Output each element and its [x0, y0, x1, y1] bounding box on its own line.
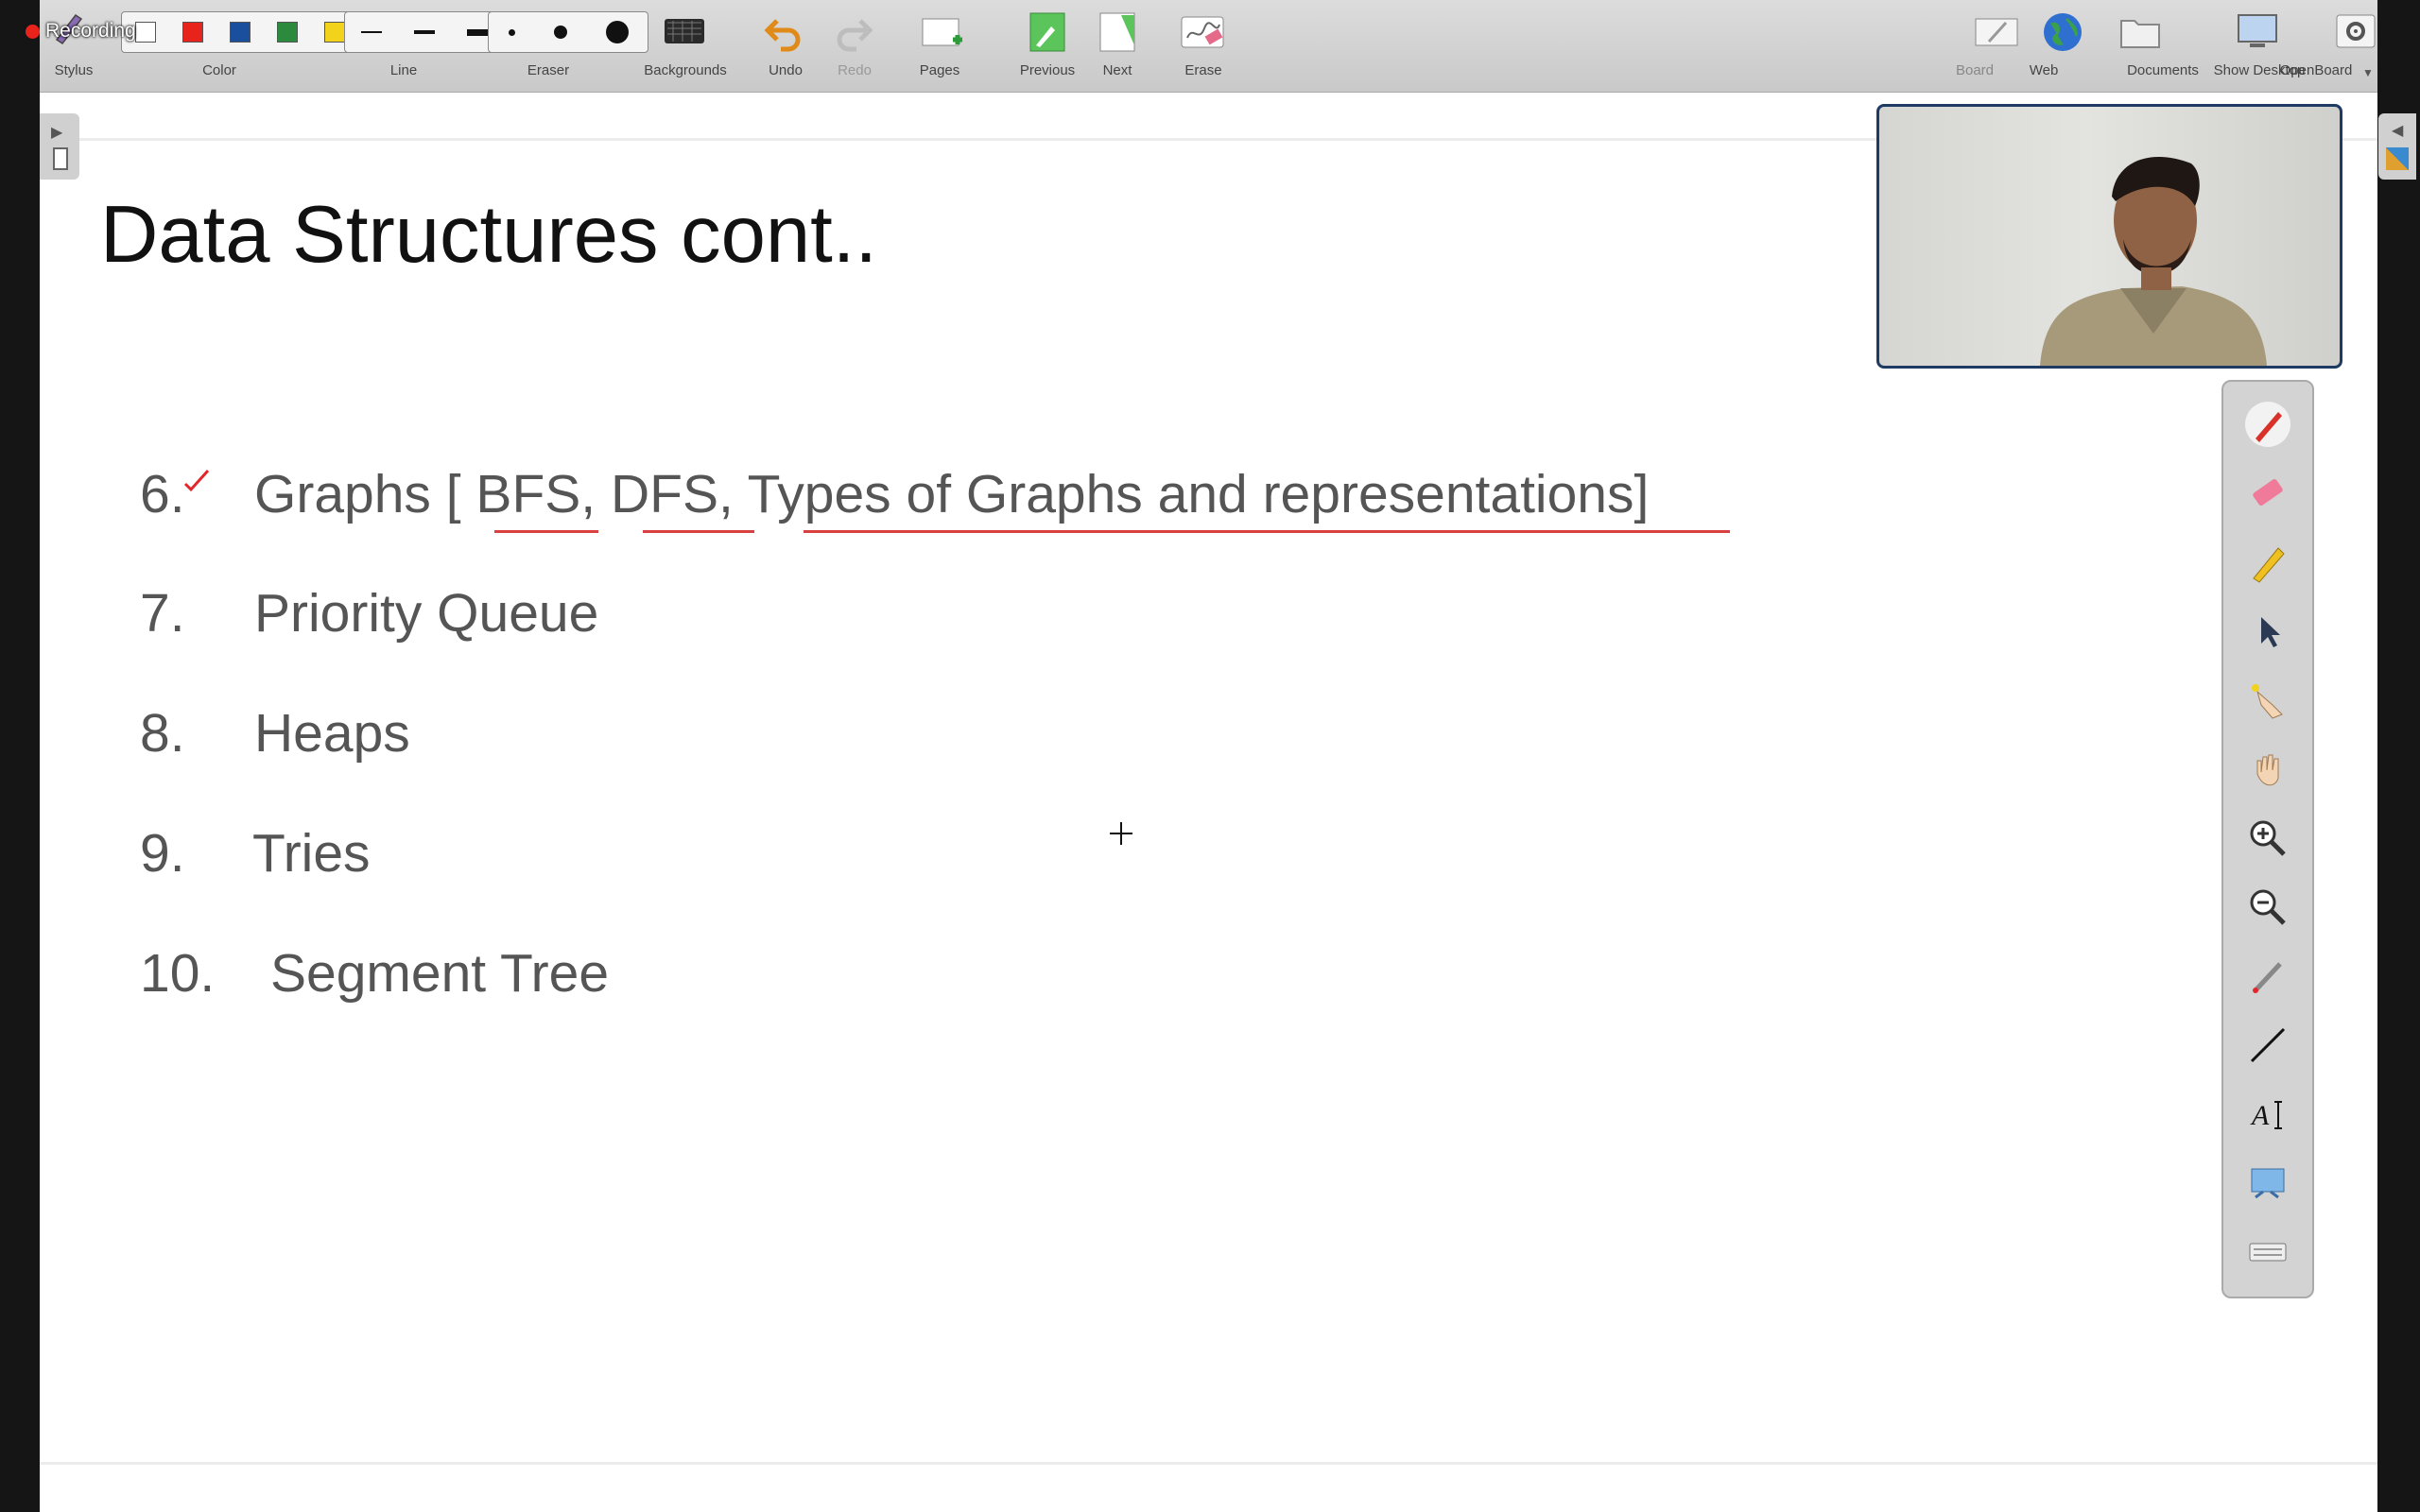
eraser-label: Eraser: [527, 62, 570, 78]
documents-label: Documents: [2127, 62, 2199, 78]
show-desktop-icon[interactable]: [2233, 8, 2282, 57]
list-text: Graphs [ BFS, DFS, Types of Graphs and r…: [254, 464, 1650, 524]
list-number: 10.: [140, 943, 216, 1004]
backgrounds-label: Backgrounds: [644, 62, 727, 78]
board-icon[interactable]: [1972, 8, 2021, 57]
color-white-swatch[interactable]: [135, 22, 156, 43]
hand-icon[interactable]: [2244, 746, 2291, 793]
keyboard-icon[interactable]: [2244, 1228, 2291, 1276]
undo-icon[interactable]: [760, 8, 809, 57]
tool-palette: A: [2221, 380, 2314, 1298]
redo-icon[interactable]: [828, 8, 877, 57]
recording-label: Recording: [45, 20, 136, 42]
svg-text:A: A: [2250, 1100, 2270, 1131]
chevron-down-icon[interactable]: ▼: [2362, 66, 2374, 79]
color-label: Color: [202, 62, 236, 78]
slide-title: Data Structures cont..: [100, 190, 878, 280]
play-hand-icon[interactable]: [2244, 677, 2291, 724]
list-text: Tries: [252, 823, 371, 884]
highlighter-icon[interactable]: [2244, 539, 2291, 586]
underline-dfs: [643, 530, 754, 533]
eraser-large[interactable]: [605, 21, 629, 43]
list-text: Segment Tree: [270, 943, 610, 1004]
left-panel-toggle[interactable]: ▶: [40, 113, 79, 180]
pages-panel-icon: [53, 147, 68, 170]
list-number: 9.: [140, 823, 185, 884]
pages-label: Pages: [919, 62, 960, 78]
line-medium[interactable]: [414, 30, 435, 34]
previous-label: Previous: [1019, 62, 1076, 78]
line-thick[interactable]: [467, 28, 488, 36]
board-label: Board: [1955, 62, 1995, 78]
page-bottom-divider: [40, 1462, 2377, 1465]
undo-label: Undo: [769, 62, 803, 78]
list-number: 8.: [140, 703, 185, 764]
openboard-settings-icon[interactable]: [2331, 8, 2380, 57]
list-text: Heaps: [254, 703, 410, 764]
list-number: 6.: [140, 464, 185, 524]
line-thin[interactable]: [361, 31, 382, 33]
color-blue-swatch[interactable]: [230, 22, 251, 43]
crosshair-cursor-icon: [1110, 822, 1132, 845]
openboard-label: OpenBoard: [2279, 62, 2353, 78]
checkmark-annotation-icon: [183, 469, 210, 492]
pointer-icon[interactable]: [2244, 608, 2291, 655]
list-text: Priority Queue: [254, 583, 599, 644]
color-green-swatch[interactable]: [277, 22, 298, 43]
previous-page-icon[interactable]: [1023, 8, 1072, 57]
record-dot-icon: [26, 24, 40, 39]
eraser-small[interactable]: [508, 28, 515, 36]
documents-icon[interactable]: [2116, 8, 2165, 57]
stylus-label: Stylus: [54, 62, 94, 78]
color-yellow-swatch[interactable]: [324, 22, 345, 43]
web-icon[interactable]: [2038, 8, 2087, 57]
erase-icon[interactable]: [1178, 8, 1227, 57]
eraser-icon[interactable]: [2244, 470, 2291, 517]
next-label: Next: [1102, 62, 1132, 78]
presenter-avatar: [2040, 156, 2267, 366]
zoom-in-icon[interactable]: [2244, 815, 2291, 862]
recording-indicator: Recording: [26, 20, 136, 43]
toolbar: Stylus Color Line Eraser Backgrounds Und…: [40, 0, 2377, 93]
redo-label: Redo: [838, 62, 872, 78]
line-width-picker[interactable]: [344, 11, 505, 53]
web-label: Web: [2029, 62, 2059, 78]
color-red-swatch[interactable]: [182, 22, 203, 43]
erase-label: Erase: [1184, 62, 1222, 78]
zoom-out-icon[interactable]: [2244, 884, 2291, 931]
eraser-medium[interactable]: [553, 26, 567, 39]
presenter-video[interactable]: [1876, 104, 2342, 369]
list-number: 7.: [140, 583, 185, 644]
underline-bfs: [494, 530, 598, 533]
line-icon[interactable]: [2244, 1022, 2291, 1069]
library-icon: [2386, 147, 2409, 170]
backgrounds-icon[interactable]: [660, 8, 709, 57]
expand-right-icon: ▶: [51, 125, 63, 141]
pen-icon[interactable]: [2244, 401, 2291, 448]
next-page-icon[interactable]: [1093, 8, 1142, 57]
text-icon[interactable]: A: [2244, 1091, 2291, 1138]
expand-left-icon: ◀: [2392, 123, 2404, 139]
capture-icon[interactable]: [2244, 1160, 2291, 1207]
eraser-size-picker[interactable]: [488, 11, 648, 53]
underline-types: [804, 530, 1730, 533]
pages-icon[interactable]: [917, 8, 966, 57]
line-label: Line: [389, 62, 418, 78]
right-panel-toggle[interactable]: ◀: [2378, 113, 2416, 180]
laser-icon[interactable]: [2244, 953, 2291, 1000]
color-picker[interactable]: [121, 11, 359, 53]
